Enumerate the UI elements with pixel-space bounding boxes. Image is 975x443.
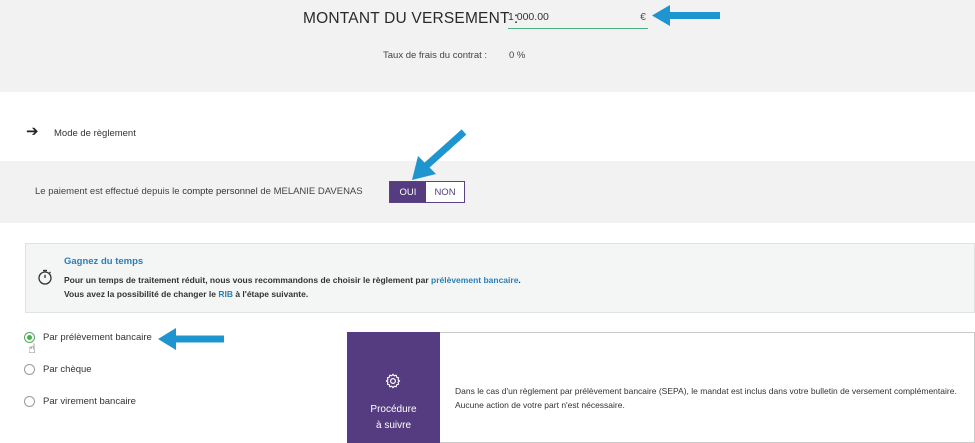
info-line-2-end: à l'étape suivante. bbox=[235, 289, 309, 299]
direct-debit-link[interactable]: prélèvement bancaire bbox=[431, 275, 518, 285]
radio-label: Par virement bancaire bbox=[43, 396, 136, 407]
info-title: Gagnez du temps bbox=[64, 256, 144, 267]
fees-value: 0 % bbox=[509, 50, 526, 61]
fees-label: Taux de frais du contrat : bbox=[383, 50, 488, 61]
procedure-title: Procédure à suivre bbox=[347, 402, 440, 434]
radio-cheque[interactable]: Par chèque bbox=[24, 364, 92, 375]
radio-bank-transfer[interactable]: Par virement bancaire bbox=[24, 396, 136, 407]
payment-source-prefix: Le paiement est effectué depuis le bbox=[35, 186, 180, 197]
rib-link[interactable]: RIB bbox=[218, 289, 233, 299]
info-line-1: Pour un temps de traitement réduit, nous… bbox=[64, 275, 521, 285]
personal-account-toggle: OUI NON bbox=[389, 181, 465, 203]
annotation-arrow-toggle bbox=[412, 129, 467, 180]
stopwatch-icon bbox=[38, 269, 52, 285]
info-line-1-text: Pour un temps de traitement réduit, nous… bbox=[64, 275, 429, 285]
info-line-1-end: . bbox=[518, 275, 521, 285]
radio-direct-debit[interactable]: Par prélèvement bancaire bbox=[24, 332, 152, 343]
payment-source-suffix: de MELANIE DAVENAS bbox=[260, 186, 363, 197]
radio-label: Par chèque bbox=[43, 364, 92, 375]
procedure-text-line-2: Aucune action de votre part n'est nécess… bbox=[455, 400, 625, 410]
currency-symbol: € bbox=[640, 11, 646, 23]
radio-button[interactable] bbox=[24, 364, 35, 375]
info-line-2-text: Vous avez la possibilité de changer le bbox=[64, 289, 216, 299]
amount-input[interactable]: 1 000.00 € bbox=[508, 7, 648, 29]
arrow-right-icon: ➔ bbox=[26, 123, 39, 140]
radio-button[interactable] bbox=[24, 396, 35, 407]
payment-source-text: Le paiement est effectué depuis le compt… bbox=[35, 186, 363, 197]
payment-source-account: compte personnel bbox=[182, 186, 258, 197]
hand-cursor-icon: ☝ bbox=[28, 341, 36, 356]
amount-label: MONTANT DU VERSEMENT : bbox=[303, 10, 519, 27]
annotation-arrow-debit bbox=[158, 328, 224, 350]
procedure-text-line-1: Dans le cas d'un règlement par prélèveme… bbox=[455, 386, 957, 396]
toggle-no-button[interactable]: NON bbox=[426, 182, 464, 202]
gear-icon bbox=[385, 373, 401, 389]
procedure-title-line-2: à suivre bbox=[375, 420, 411, 431]
payment-mode-heading: Mode de règlement bbox=[54, 128, 136, 139]
toggle-yes-button[interactable]: OUI bbox=[390, 182, 426, 202]
annotation-arrow-amount bbox=[652, 5, 720, 26]
amount-value: 1 000.00 bbox=[508, 11, 549, 23]
info-line-2: Vous avez la possibilité de changer le R… bbox=[64, 289, 308, 299]
procedure-title-line-1: Procédure bbox=[370, 404, 417, 415]
radio-label: Par prélèvement bancaire bbox=[43, 332, 152, 343]
